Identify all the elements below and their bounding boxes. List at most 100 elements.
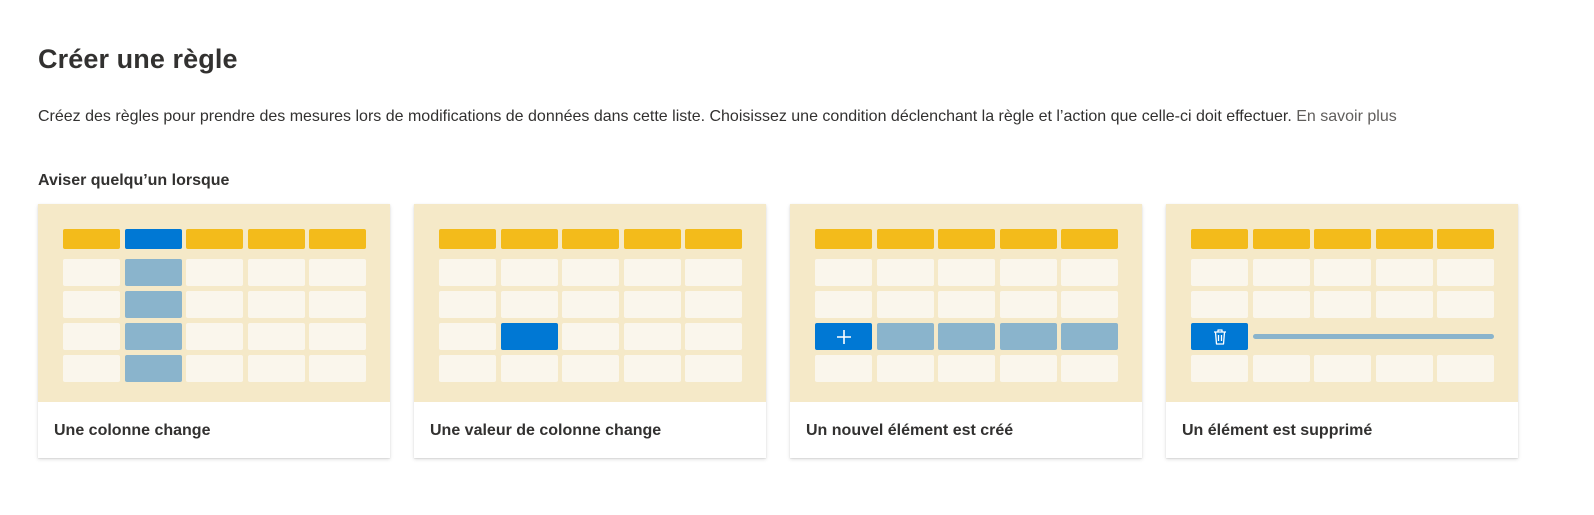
- card-label: Une valeur de colonne change: [430, 422, 662, 439]
- table-cell: [1061, 355, 1118, 382]
- table-cell: [1061, 291, 1118, 318]
- header-cell: [1314, 229, 1371, 249]
- header-cell: [1376, 229, 1433, 249]
- header-cell: [815, 229, 872, 249]
- table-cell: [624, 259, 681, 286]
- table-cell: [685, 291, 742, 318]
- highlighted-cell: [125, 323, 182, 350]
- header-cell: [877, 229, 934, 249]
- new-row-cell: [1000, 323, 1057, 350]
- table-cell: [562, 259, 619, 286]
- header-cell: [186, 229, 243, 249]
- header-cell: [1000, 229, 1057, 249]
- rule-card-list: Une colonne change Une valeur de colonne…: [38, 204, 1518, 458]
- card-column-changes[interactable]: Une colonne change: [38, 204, 390, 458]
- table-cell: [186, 323, 243, 350]
- table-cell: [1000, 291, 1057, 318]
- table-cell: [562, 323, 619, 350]
- highlighted-cell: [501, 323, 558, 350]
- header-cell: [1061, 229, 1118, 249]
- new-row-cell: [1061, 323, 1118, 350]
- item-created-illustration: [790, 204, 1142, 402]
- table-cell: [1437, 259, 1494, 286]
- header-cell: [501, 229, 558, 249]
- table-cell: [562, 355, 619, 382]
- table-cell: [1376, 355, 1433, 382]
- table-cell: [1376, 291, 1433, 318]
- header-cell: [1253, 229, 1310, 249]
- page-description: Créez des règles pour prendre des mesure…: [38, 108, 1397, 126]
- card-label: Un élément est supprimé: [1182, 422, 1373, 439]
- table-cell: [815, 355, 872, 382]
- table-cell: [624, 355, 681, 382]
- table-cell: [309, 291, 366, 318]
- table-cell: [1191, 355, 1248, 382]
- table-cell: [63, 259, 120, 286]
- header-cell: [1437, 229, 1494, 249]
- highlighted-cell: [125, 291, 182, 318]
- table-cell: [1253, 291, 1310, 318]
- description-text: Créez des règles pour prendre des mesure…: [38, 108, 1292, 125]
- table-cell: [439, 259, 496, 286]
- header-cell: [624, 229, 681, 249]
- card-label: Un nouvel élément est créé: [806, 422, 1014, 439]
- table-cell: [624, 323, 681, 350]
- table-cell: [248, 291, 305, 318]
- table-cell: [63, 291, 120, 318]
- table-cell: [1437, 291, 1494, 318]
- card-item-created[interactable]: Un nouvel élément est créé: [790, 204, 1142, 458]
- header-cell: [125, 229, 182, 249]
- table-cell: [501, 291, 558, 318]
- add-cell: [815, 323, 872, 350]
- table-cell: [1253, 355, 1310, 382]
- delete-cell: [1191, 323, 1248, 350]
- header-cell: [63, 229, 120, 249]
- header-cell: [562, 229, 619, 249]
- table-cell: [938, 355, 995, 382]
- table-cell: [1314, 291, 1371, 318]
- table-cell: [439, 323, 496, 350]
- table-cell: [1314, 355, 1371, 382]
- table-cell: [439, 291, 496, 318]
- header-cell: [248, 229, 305, 249]
- table-cell: [624, 291, 681, 318]
- table-cell: [877, 259, 934, 286]
- table-cell: [1253, 259, 1310, 286]
- table-cell: [685, 259, 742, 286]
- table-cell: [63, 323, 120, 350]
- header-cell: [685, 229, 742, 249]
- table-cell: [685, 355, 742, 382]
- column-value-changes-illustration: [414, 204, 766, 402]
- table-cell: [877, 291, 934, 318]
- table-cell: [501, 355, 558, 382]
- strikethrough-bar: [1253, 334, 1494, 339]
- table-cell: [1061, 259, 1118, 286]
- header-cell: [1191, 229, 1248, 249]
- page-title: Créer une règle: [38, 44, 238, 74]
- highlighted-cell: [125, 259, 182, 286]
- table-cell: [309, 355, 366, 382]
- table-cell: [1191, 291, 1248, 318]
- card-item-deleted[interactable]: Un élément est supprimé: [1166, 204, 1518, 458]
- header-cell: [938, 229, 995, 249]
- section-title: Aviser quelqu’un lorsque: [38, 172, 230, 189]
- table-cell: [938, 291, 995, 318]
- table-cell: [1191, 259, 1248, 286]
- table-cell: [309, 259, 366, 286]
- table-cell: [248, 323, 305, 350]
- table-cell: [1000, 355, 1057, 382]
- item-deleted-illustration: [1166, 204, 1518, 402]
- table-cell: [63, 355, 120, 382]
- table-cell: [248, 259, 305, 286]
- table-cell: [186, 259, 243, 286]
- card-column-value-changes[interactable]: Une valeur de colonne change: [414, 204, 766, 458]
- table-cell: [186, 291, 243, 318]
- highlighted-cell: [125, 355, 182, 382]
- column-changes-illustration: [38, 204, 390, 402]
- table-cell: [938, 259, 995, 286]
- table-cell: [439, 355, 496, 382]
- table-cell: [309, 323, 366, 350]
- table-cell: [1437, 355, 1494, 382]
- learn-more-link[interactable]: En savoir plus: [1296, 108, 1397, 125]
- table-cell: [501, 259, 558, 286]
